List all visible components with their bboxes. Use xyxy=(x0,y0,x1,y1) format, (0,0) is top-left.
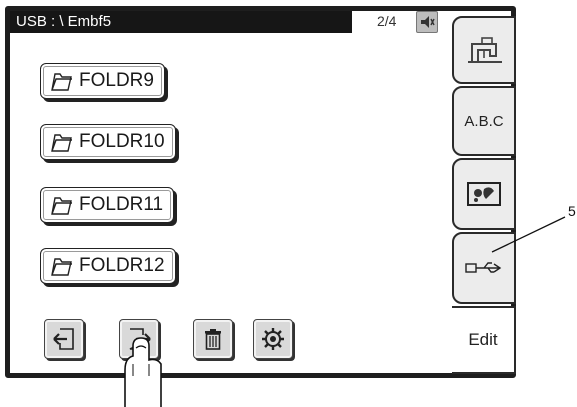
callout-number: 5 xyxy=(568,203,576,219)
pointing-finger-icon xyxy=(124,337,162,407)
callout-line xyxy=(491,216,566,253)
sewing-machine-screen-manual-figure: USB : \ Embf5 2/4 FOLDR9 FOLDR10 FOLDR11… xyxy=(0,0,577,407)
